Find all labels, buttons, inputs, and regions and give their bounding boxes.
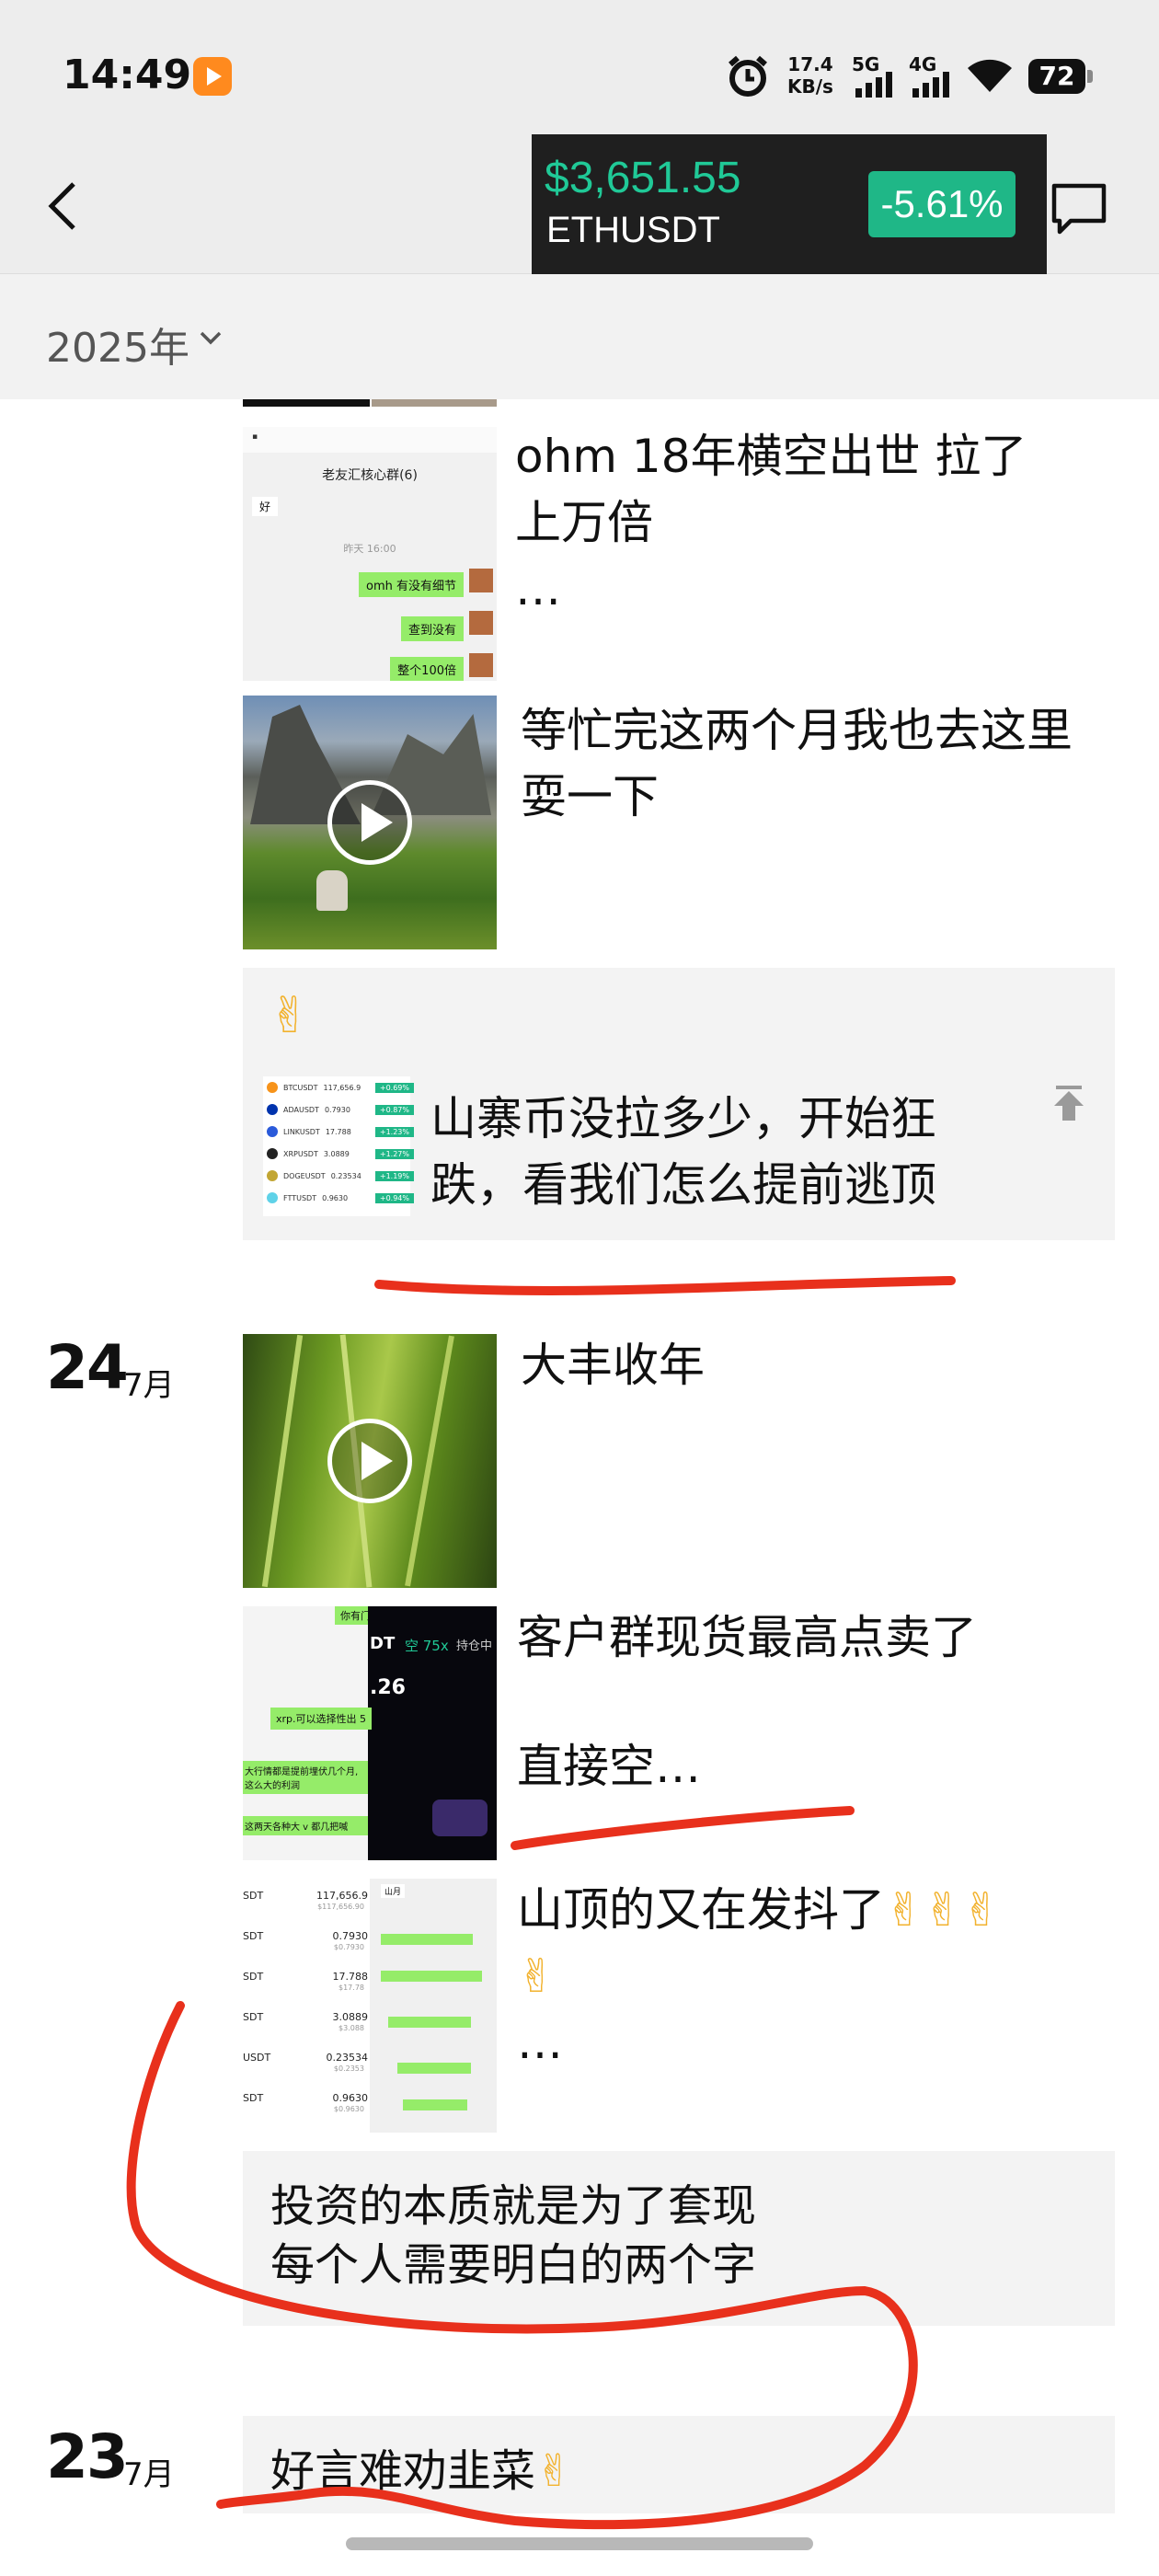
chat-bubble-left: 好: [252, 497, 279, 516]
date-day: 24: [46, 1332, 129, 1403]
chat-group-title: 老友汇核心群(6): [322, 468, 418, 483]
caption-ellipsis: …: [515, 562, 561, 615]
partial-thumbnail[interactable]: [372, 399, 497, 407]
caption-line: 好言难劝韭菜: [270, 2445, 536, 2497]
price-ticker-widget[interactable]: $3,651.55 ETHUSDT -5.61%: [532, 134, 1047, 276]
date-day: 23: [46, 2421, 129, 2492]
pin-to-top-icon[interactable]: [1049, 1084, 1089, 1124]
chat-bubble-right: [388, 2017, 471, 2028]
caption-line: 直接空…: [517, 1740, 701, 1793]
chat-bubble-right: [403, 2099, 467, 2110]
post-caption[interactable]: 等忙完这两个月我也去这里 耍一下: [521, 697, 1128, 830]
net-speed-value: 17.4: [787, 53, 833, 75]
year-filter-bar[interactable]: 2025年: [0, 274, 1159, 399]
post-card[interactable]: ✌ BTCUSDT 117,656.9 +0.69% ADAUSDT 0.7930 +0…: [243, 968, 1115, 1240]
chat-bubble-right: 查到没有: [400, 616, 464, 641]
chat-bubble-right: [381, 1934, 473, 1945]
play-icon[interactable]: [327, 1419, 412, 1503]
year-selector[interactable]: 2025年: [46, 315, 189, 374]
net-speed: 17.4 KB/s: [787, 53, 833, 98]
post-thumbnail-market[interactable]: BTCUSDT 117,656.9 +0.69% ADAUSDT 0.7930 +0.8…: [263, 1076, 414, 1216]
ticker-change-badge: -5.61%: [868, 171, 1016, 237]
caption-line: 山顶的又在发抖了: [517, 1883, 885, 1937]
alarm-icon: [729, 55, 767, 97]
victory-hand-emoji: ✌: [535, 2445, 573, 2497]
caption-line: 跌，看我们怎么提前逃顶: [430, 1158, 936, 1212]
battery-icon: 72: [1028, 59, 1093, 94]
rice-stalk: [261, 1334, 304, 1588]
chat-bubble-right: xrp.可以选择性出 5: [270, 1708, 373, 1730]
status-bar: 14:49 17.4 KB/s 5G 4G 72: [0, 0, 1159, 138]
avatar: [469, 653, 493, 677]
post-thumbnail-chat[interactable]: 你有门长线 DT 空 75x 持仓中 .26 xrp.可以选择性出 5 大行情都…: [243, 1606, 497, 1860]
car-image: [432, 1800, 488, 1836]
chevron-down-icon[interactable]: [197, 324, 224, 351]
avatar: [469, 611, 493, 635]
market-list: SDT 117,656.9 $117,656.90 SDT 0.7930 $0.79…: [243, 1890, 368, 2113]
post-thumbnail-market[interactable]: SDT 117,656.9 $117,656.90 SDT 0.7930 $0.79…: [243, 1879, 497, 2133]
trade-screenshot: DT 空 75x 持仓中 .26: [368, 1606, 497, 1860]
post-thumbnail-video[interactable]: [243, 1334, 497, 1588]
date-month: 7月: [123, 1367, 175, 1404]
chat-bubble-right: 这两天各种大 v 都几把喊: [243, 1816, 368, 1835]
post-card-text[interactable]: 投资的本质就是为了套现 每个人需要明白的两个字: [243, 2151, 1115, 2326]
message-icon[interactable]: [1050, 180, 1107, 237]
caption-line: ohm 18年横空出世 拉了: [515, 430, 1027, 483]
post-caption[interactable]: ohm 18年横空出世 拉了 上万倍 …: [515, 423, 1122, 622]
post-card-text[interactable]: 好言难劝韭菜✌: [243, 2416, 1115, 2513]
victory-hand-emoji: ✌: [517, 1949, 556, 2003]
trade-pair: DT: [370, 1634, 396, 1653]
post-caption[interactable]: 山顶的又在发抖了✌✌✌ ✌ …: [517, 1877, 1124, 2076]
ticker-symbol: ETHUSDT: [546, 210, 720, 250]
album-feed: ▪ 老友汇核心群(6) 好 昨天 16:00 omh 有没有细节 查到没有 整个…: [0, 399, 1159, 2576]
caption-line: 上万倍: [515, 496, 653, 549]
caption-line: 等忙完这两个月我也去这里: [521, 704, 1073, 757]
chat-time: 昨天 16:00: [343, 543, 396, 555]
caption-line: 每个人需要明白的两个字: [270, 2239, 757, 2291]
sim2-signal-icon: [912, 72, 949, 98]
back-arrow-icon[interactable]: [44, 180, 81, 232]
post-caption: 山寨币没拉多少，开始狂 跌，看我们怎么提前逃顶: [430, 1086, 1001, 1218]
net-speed-unit: KB/s: [787, 75, 833, 98]
post-caption: 好言难劝韭菜✌: [270, 2442, 572, 2501]
trade-value: .26: [370, 1676, 406, 1699]
chat-title: 山月: [381, 1884, 406, 1898]
person-figure: [316, 870, 348, 911]
chat-line: 这么大的利润: [245, 1781, 300, 1791]
chat-line: 大行情都是提前埋伏几个月,: [245, 1767, 359, 1777]
status-time: 14:49: [63, 52, 192, 98]
victory-hand-emoji: ✌: [269, 986, 311, 1044]
caption-line: 客户群现货最高点卖了: [517, 1611, 977, 1664]
home-indicator[interactable]: [346, 2537, 813, 2550]
chat-bubble-right: 大行情都是提前埋伏几个月, 这么大的利润: [243, 1761, 368, 1794]
wifi-icon: [968, 59, 1012, 92]
sim1-signal-icon: [855, 72, 892, 98]
date-month: 7月: [123, 2456, 175, 2493]
post-caption[interactable]: 客户群现货最高点卖了 直接空…: [517, 1604, 1106, 1800]
chat-bubble-right: omh 有没有细节: [359, 572, 464, 597]
chat-bubble-right: 整个100倍: [390, 657, 464, 681]
post-thumbnail-chat[interactable]: ▪ 老友汇核心群(6) 好 昨天 16:00 omh 有没有细节 查到没有 整个…: [243, 427, 497, 681]
video-app-icon: [193, 57, 232, 96]
chat-bubble-right: [381, 1971, 482, 1982]
caption-line: 山寨币没拉多少，开始狂: [430, 1092, 936, 1145]
caption-line: 耍一下: [521, 770, 659, 823]
chat-bubble-right: [397, 2063, 471, 2074]
trade-status: 持仓中: [456, 1639, 493, 1653]
caption-ellipsis: …: [517, 2016, 563, 2069]
partial-thumbnail[interactable]: [243, 399, 370, 407]
victory-hand-emoji: ✌✌✌: [885, 1883, 1001, 1937]
post-caption: 投资的本质就是为了套现 每个人需要明白的两个字: [270, 2177, 1080, 2294]
post-thumbnail-video[interactable]: [243, 696, 497, 949]
trade-leverage: 空 75x: [405, 1638, 449, 1654]
play-icon[interactable]: [327, 780, 412, 865]
caption-line: 投资的本质就是为了套现: [270, 2180, 757, 2232]
avatar: [469, 569, 493, 592]
chat-screenshot: 山月: [370, 1879, 497, 2133]
post-caption[interactable]: 大丰收年: [521, 1332, 1109, 1398]
rice-stalk: [405, 1335, 454, 1587]
ticker-price: $3,651.55: [545, 154, 741, 202]
